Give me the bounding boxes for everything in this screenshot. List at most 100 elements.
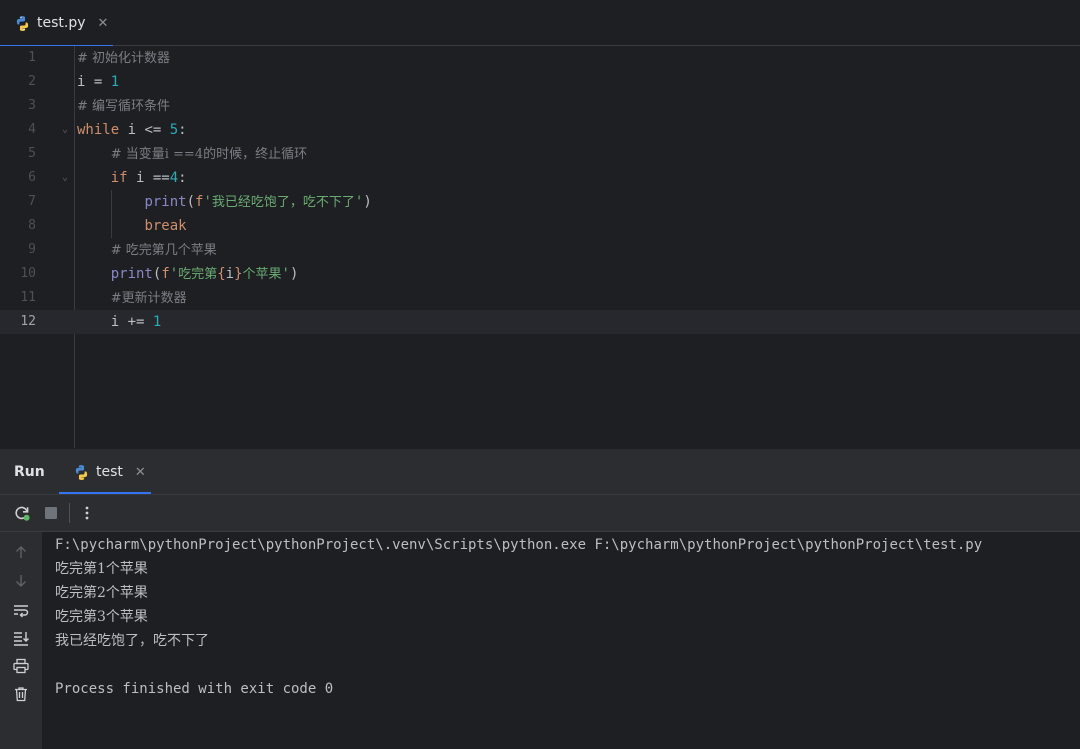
code-token: )	[289, 266, 299, 282]
run-toolbar	[0, 494, 1080, 532]
code-token: (	[186, 194, 196, 210]
fold-icon[interactable]: ⌄	[62, 166, 68, 190]
editor-tab-bar: test.py ✕	[0, 0, 1080, 47]
console-line: 吃完第2个苹果	[55, 585, 148, 601]
stop-button[interactable]	[42, 504, 60, 522]
scroll-to-end-icon	[14, 632, 29, 646]
code-text: # 编写循环条件	[77, 94, 170, 119]
code-token: while	[77, 122, 120, 138]
code-token: # 初始化计数器	[77, 51, 171, 66]
code-editor[interactable]: 1 # 初始化计数器 2 i = 1 3 # 编写循环条件 4 ⌄ while i <= 5: 5…	[0, 46, 1080, 448]
code-token: # 编写循环条件	[77, 99, 171, 114]
code-token: '	[281, 266, 290, 282]
code-text: if i ==4:	[77, 166, 187, 190]
code-line[interactable]: 4 ⌄ while i <= 5:	[0, 118, 1080, 142]
code-text: i = 1	[77, 70, 119, 94]
line-number: 5	[28, 146, 36, 161]
code-token: i +=	[77, 314, 153, 330]
line-number: 10	[20, 266, 36, 281]
code-text: # 初始化计数器	[77, 46, 170, 71]
console-line-exit-status: Process finished with exit code 0	[55, 681, 334, 697]
code-line[interactable]: 2 i = 1	[0, 70, 1080, 94]
soft-wrap-button[interactable]	[12, 601, 30, 619]
line-number: 9	[28, 242, 36, 257]
line-number: 11	[20, 290, 36, 305]
console-line: 我已经吃饱了，吃不下了	[55, 633, 209, 649]
code-token: print	[144, 194, 187, 210]
line-number: 12	[20, 314, 36, 329]
python-icon	[16, 15, 29, 31]
code-line[interactable]: 1 # 初始化计数器	[0, 46, 1080, 70]
code-line[interactable]: 10 print(f'吃完第{i}个苹果')	[0, 262, 1080, 286]
code-line[interactable]: 11 #更新计数器	[0, 286, 1080, 310]
line-number: 7	[28, 194, 36, 209]
code-text: i += 1	[77, 310, 162, 334]
toolbar-separator	[69, 503, 70, 523]
run-tab-label: test	[96, 464, 123, 480]
tab-test-py[interactable]: test.py ✕	[0, 0, 113, 47]
console-line: 吃完第3个苹果	[55, 609, 148, 625]
line-number: 3	[28, 98, 36, 113]
line-number: 4	[28, 122, 36, 137]
run-tab-test[interactable]: test ✕	[59, 449, 151, 495]
soft-wrap-icon	[14, 605, 29, 618]
more-vertical-icon	[85, 506, 89, 520]
clear-all-button[interactable]	[12, 685, 30, 703]
code-line[interactable]: 5 # 当变量i ==4的时候，终止循环	[0, 142, 1080, 166]
code-line[interactable]: 12 i += 1	[0, 310, 1080, 334]
code-line[interactable]: 3 # 编写循环条件	[0, 94, 1080, 118]
code-token: 个苹果	[242, 267, 282, 282]
code-token: i <=	[119, 122, 170, 138]
code-token: )	[363, 194, 372, 210]
code-token: :	[178, 122, 187, 138]
close-icon[interactable]: ✕	[98, 16, 109, 31]
code-token: if	[110, 170, 128, 186]
run-panel-title: Run	[14, 464, 45, 480]
code-token: }	[234, 266, 243, 282]
code-token: {	[217, 266, 226, 282]
line-number: 6	[28, 170, 36, 185]
code-token: i ==	[127, 170, 170, 186]
console-output[interactable]: F:\pycharm\pythonProject\pythonProject\.…	[42, 532, 1080, 749]
arrow-down-icon	[16, 575, 26, 587]
console-line-command: F:\pycharm\pythonProject\pythonProject\.…	[55, 537, 983, 553]
code-line[interactable]: 7 print(f'我已经吃饱了，吃不下了')	[0, 190, 1080, 214]
code-token: 吃完第	[178, 267, 218, 282]
code-text: print(f'吃完第{i}个苹果')	[77, 262, 299, 287]
code-line[interactable]: 8 break	[0, 214, 1080, 238]
code-token: i =	[77, 74, 111, 90]
python-icon	[75, 464, 88, 480]
code-token: break	[144, 218, 187, 234]
code-line[interactable]: 9 # 吃完第几个苹果	[0, 238, 1080, 262]
next-occurrence-button[interactable]	[12, 572, 30, 590]
line-number: 2	[28, 74, 36, 89]
rerun-icon	[15, 506, 30, 521]
print-icon	[13, 658, 29, 674]
console-side-toolbar	[0, 532, 42, 749]
tab-label: test.py	[37, 15, 86, 31]
rerun-button[interactable]	[13, 504, 31, 522]
code-token: 1	[110, 74, 120, 90]
scroll-to-end-button[interactable]	[12, 629, 30, 647]
code-text: while i <= 5:	[77, 118, 187, 142]
fold-icon[interactable]: ⌄	[62, 118, 68, 142]
code-token: 我已经吃饱了，吃不下了	[211, 195, 355, 210]
code-token: 1	[152, 314, 162, 330]
more-options-button[interactable]	[78, 504, 96, 522]
print-button[interactable]	[12, 657, 30, 675]
line-number: 8	[28, 218, 36, 233]
code-token: '	[203, 194, 212, 210]
close-icon[interactable]: ✕	[135, 465, 146, 480]
code-token: #更新计数器	[110, 291, 187, 306]
previous-occurrence-button[interactable]	[12, 543, 30, 561]
code-token: 5	[169, 122, 179, 138]
code-token: f	[161, 266, 170, 282]
code-line[interactable]: 6 ⌄ if i ==4:	[0, 166, 1080, 190]
code-text: break	[77, 214, 187, 238]
